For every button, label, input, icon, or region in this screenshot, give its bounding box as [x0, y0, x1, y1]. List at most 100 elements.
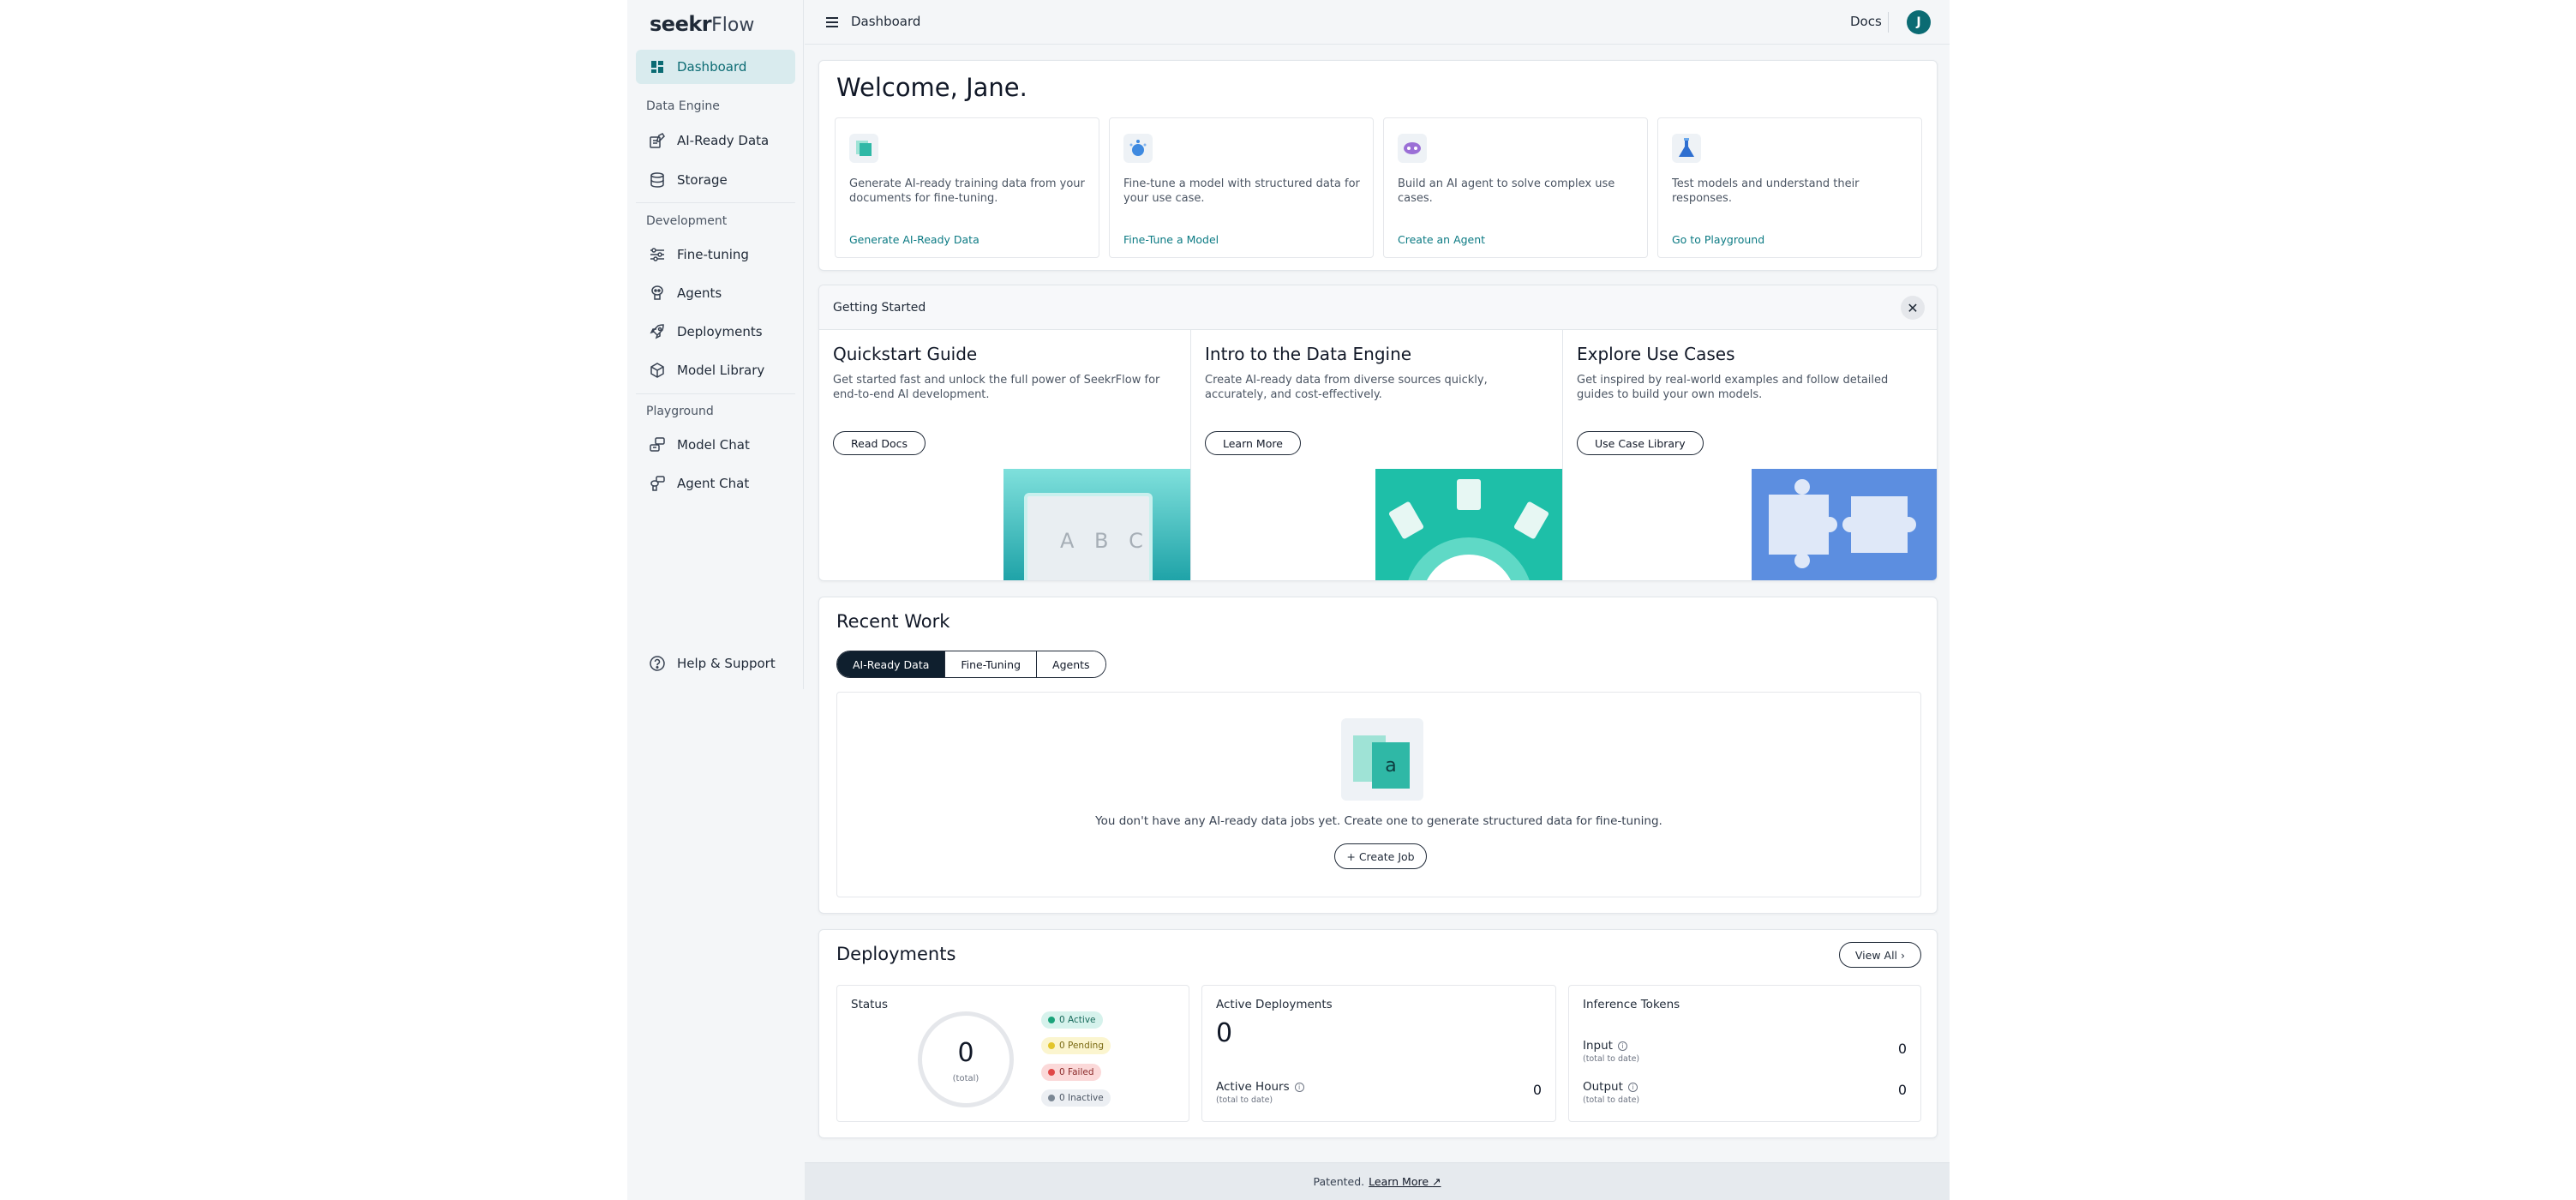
quickstart-guide-title: Quickstart Guide — [833, 344, 978, 364]
learn-more-button[interactable]: Learn More — [1205, 431, 1301, 455]
tab-ai-ready-data[interactable]: AI-Ready Data — [837, 651, 945, 677]
footer: Patented. Learn More ↗ — [805, 1162, 1950, 1200]
rocket-icon — [648, 322, 667, 341]
help-support-label: Help & Support — [677, 656, 776, 671]
quick-action-description: Test models and understand their respons… — [1672, 177, 1860, 205]
help-support-button[interactable]: Help & Support — [636, 646, 795, 681]
active-deployments-value: 0 — [1216, 1018, 1233, 1048]
active-hours-text: Active Hours — [1216, 1080, 1290, 1094]
sidebar-item-label: Model Library — [677, 363, 765, 378]
quick-action-card-agent[interactable]: Build an AI agent to solve complex use c… — [1383, 117, 1648, 258]
tab-fine-tuning[interactable]: Fine-Tuning — [944, 651, 1037, 677]
status-badge-inactive: 0 Inactive — [1041, 1089, 1111, 1107]
data-engine-title: Intro to the Data Engine — [1205, 344, 1412, 364]
quickstart-guide-description: Get started fast and unlock the full pow… — [833, 374, 1160, 401]
deployments-title: Deployments — [836, 944, 956, 964]
footer-link-text: Learn More — [1369, 1175, 1429, 1188]
status-label: Status — [851, 998, 889, 1011]
status-dot — [1048, 1017, 1055, 1023]
quick-action-card-playground[interactable]: Test models and understand their respons… — [1657, 117, 1922, 258]
flask-icon — [1672, 134, 1701, 163]
go-to-playground-link[interactable]: Go to Playground — [1672, 233, 1764, 246]
deployment-status-box: Status 0 (total) 0 Active 0 Pending 0 Fa… — [836, 985, 1189, 1122]
sidebar-item-agent-chat[interactable]: Agent Chat — [636, 466, 795, 501]
abc-illustration: A B C — [1003, 469, 1190, 580]
generate-ai-ready-data-link[interactable]: Generate AI-Ready Data — [849, 233, 979, 246]
inference-tokens-label: Inference Tokens — [1583, 998, 1680, 1011]
status-dot — [1048, 1069, 1055, 1076]
badge-text: 0 Pending — [1059, 1041, 1104, 1051]
docs-link[interactable]: Docs — [1850, 14, 1882, 29]
getting-started-header: Getting Started ✕ — [819, 285, 1937, 330]
input-tokens-sub: (total to date) — [1583, 1054, 1640, 1064]
quick-action-card-fine-tune[interactable]: Fine-tune a model with structured data f… — [1109, 117, 1374, 258]
sidebar-item-storage[interactable]: Storage — [636, 163, 795, 197]
input-text: Input — [1583, 1039, 1613, 1053]
sidebar-item-fine-tuning[interactable]: Fine-tuning — [636, 237, 795, 272]
topbar: Dashboard Docs J — [805, 0, 1950, 45]
hamburger-menu-icon[interactable] — [824, 14, 841, 31]
agent-head-icon — [648, 284, 667, 303]
nav-section-data-engine: Data Engine — [646, 99, 720, 113]
quickstart-guide-column: Quickstart Guide Get started fast and un… — [819, 330, 1191, 580]
recent-work-card: Recent Work AI-Ready Data Fine-Tuning Ag… — [818, 597, 1938, 914]
seekrflow-logo[interactable]: seekr Flow — [650, 12, 754, 36]
quick-action-description: Build an AI agent to solve complex use c… — [1398, 177, 1615, 205]
badge-text: 0 Active — [1059, 1015, 1096, 1025]
getting-started-title: Getting Started — [833, 301, 926, 315]
agent-chat-icon — [648, 474, 667, 493]
chat-bubbles-icon — [648, 435, 667, 454]
nav-divider — [636, 202, 795, 203]
deployments-card: Deployments View All › Status 0 (total) … — [818, 929, 1938, 1138]
empty-icon-letter: a — [1385, 755, 1397, 777]
info-icon[interactable]: i — [1294, 1082, 1304, 1092]
quick-action-card-ai-ready-data[interactable]: Generate AI-ready training data from you… — [835, 117, 1099, 258]
tab-agents[interactable]: Agents — [1036, 651, 1105, 677]
active-hours-label: Active Hours i — [1216, 1080, 1304, 1094]
status-dot — [1048, 1095, 1055, 1101]
status-badge-pending: 0 Pending — [1041, 1037, 1111, 1054]
model-tune-icon — [1123, 134, 1153, 163]
empty-data-icon: a — [1341, 718, 1423, 801]
view-all-button[interactable]: View All › — [1838, 942, 1921, 968]
sidebar-item-ai-ready-data[interactable]: AI-Ready Data — [636, 123, 795, 158]
sidebar-item-model-chat[interactable]: Model Chat — [636, 428, 795, 462]
nav-section-playground: Playground — [646, 405, 714, 418]
app-window: seekr Flow Dashboard Data Engine AI-Read… — [627, 0, 1950, 1200]
sidebar-item-label: Agent Chat — [677, 476, 750, 491]
inference-tokens-box: Inference Tokens Input i (total to date) … — [1568, 985, 1921, 1122]
sidebar-item-label: Storage — [677, 172, 728, 188]
fine-tune-model-link[interactable]: Fine-Tune a Model — [1123, 233, 1219, 246]
read-docs-button[interactable]: Read Docs — [833, 431, 926, 455]
agent-icon — [1398, 134, 1427, 163]
data-engine-illustration — [1375, 469, 1562, 580]
quick-action-description: Fine-tune a model with structured data f… — [1123, 177, 1360, 205]
sidebar-item-label: Model Chat — [677, 437, 750, 453]
getting-started-panel: Getting Started ✕ Quickstart Guide Get s… — [818, 285, 1938, 581]
sidebar-item-dashboard[interactable]: Dashboard — [636, 50, 795, 84]
sidebar-item-deployments[interactable]: Deployments — [636, 315, 795, 349]
badge-text: 0 Failed — [1059, 1067, 1094, 1077]
help-circle-icon — [648, 654, 667, 673]
data-edit-icon — [648, 131, 667, 150]
nav-divider — [636, 393, 795, 394]
close-icon[interactable]: ✕ — [1901, 296, 1925, 320]
footer-learn-more-link[interactable]: Learn More ↗ — [1369, 1175, 1441, 1188]
use-case-library-button[interactable]: Use Case Library — [1577, 431, 1704, 455]
sidebar-item-agents[interactable]: Agents — [636, 276, 795, 310]
quick-action-description: Generate AI-ready training data from you… — [849, 177, 1085, 205]
create-job-button[interactable]: + Create Job — [1334, 843, 1427, 869]
user-avatar[interactable]: J — [1907, 10, 1931, 34]
welcome-card: Welcome, Jane. Generate AI-ready trainin… — [818, 60, 1938, 271]
create-agent-link[interactable]: Create an Agent — [1398, 233, 1485, 246]
welcome-title: Welcome, Jane. — [836, 73, 1027, 102]
nav-section-development: Development — [646, 214, 728, 228]
sidebar-item-model-library[interactable]: Model Library — [636, 353, 795, 387]
info-icon[interactable]: i — [1627, 1082, 1638, 1092]
output-tokens-sub: (total to date) — [1583, 1095, 1640, 1105]
main-content: Dashboard Docs J Welcome, Jane. Generate… — [805, 0, 1950, 1200]
active-hours-value: 0 — [1532, 1082, 1542, 1098]
info-icon[interactable]: i — [1617, 1041, 1627, 1051]
output-tokens-value: 0 — [1897, 1082, 1907, 1098]
data-stack-icon — [849, 134, 878, 163]
